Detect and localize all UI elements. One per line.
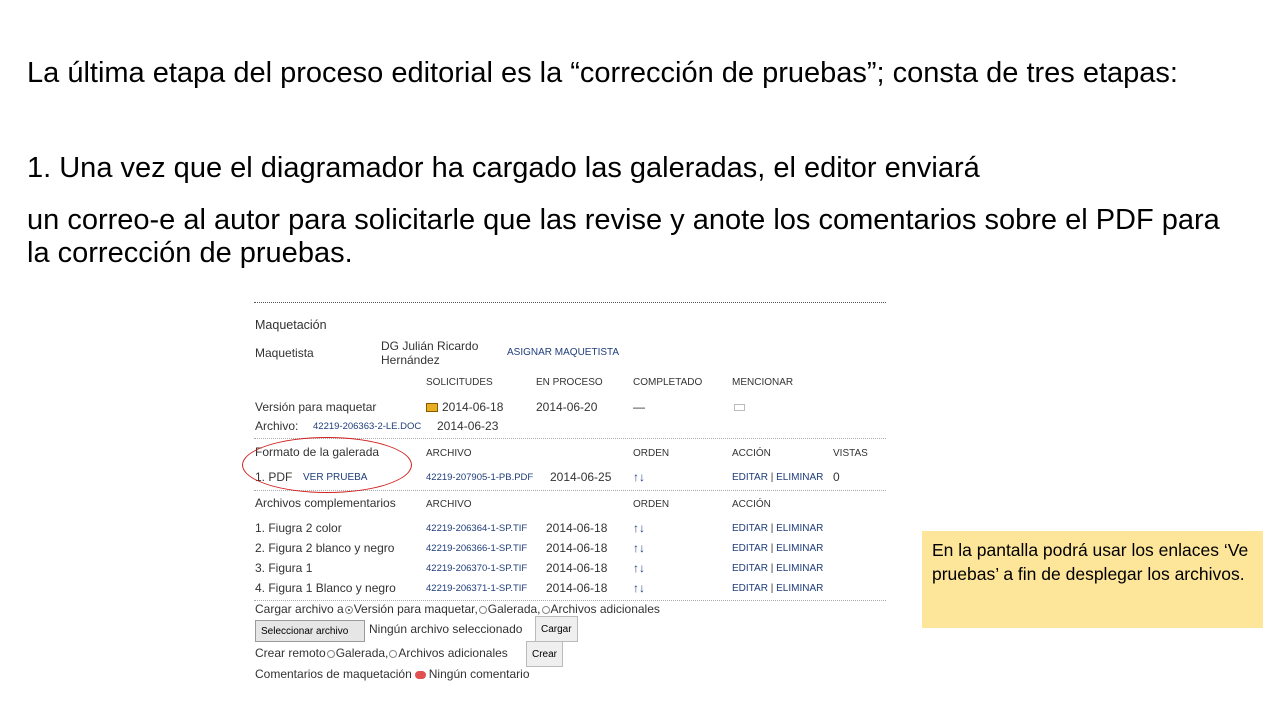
radio-version-maquetar-label: Versión para maquetar, bbox=[353, 602, 478, 616]
col-completado: COMPLETADO bbox=[633, 377, 703, 388]
complementario-row-file[interactable]: 42219-206370-1-SP.TIF bbox=[426, 563, 527, 574]
action-separator: | bbox=[770, 523, 774, 534]
complementario-row-date: 2014-06-18 bbox=[546, 521, 608, 535]
galerada-views: 0 bbox=[833, 470, 840, 484]
divider bbox=[254, 302, 886, 303]
complementario-row-actions: EDITAR | ELIMINAR bbox=[732, 523, 823, 534]
create-button[interactable]: Crear bbox=[526, 641, 564, 667]
maquetista-name-line1: DG Julián Ricardo bbox=[381, 339, 479, 353]
complementarios-col-accion: ACCIÓN bbox=[732, 499, 771, 510]
complementario-row-actions: EDITAR | ELIMINAR bbox=[732, 583, 823, 594]
layout-editing-screenshot: Maquetación Maquetista DG Julián Ricardo… bbox=[254, 300, 886, 690]
col-mencionar: MENCIONAR bbox=[732, 377, 794, 388]
complementarios-col-orden: ORDEN bbox=[633, 499, 670, 510]
radio-version-maquetar[interactable] bbox=[344, 605, 353, 614]
complementario-row-name: 4. Figura 1 Blanco y negro bbox=[255, 581, 396, 595]
complementario-row-file[interactable]: 42219-206371-1-SP.TIF bbox=[426, 583, 527, 594]
delete-link[interactable]: ELIMINAR bbox=[776, 583, 823, 594]
archivo-date: 2014-06-23 bbox=[437, 419, 499, 433]
radio-remote-galerada-label: Galerada, bbox=[335, 646, 389, 660]
action-separator: | bbox=[770, 563, 774, 574]
complementario-row-date: 2014-06-18 bbox=[546, 581, 608, 595]
galerada-date: 2014-06-25 bbox=[550, 470, 612, 484]
col-solicitudes: SOLICITUDES bbox=[426, 377, 493, 388]
complementario-row-order[interactable]: ↑↓ bbox=[633, 561, 645, 575]
highlight-ellipse bbox=[242, 437, 412, 493]
galerada-col-archivo: ARCHIVO bbox=[426, 448, 472, 459]
complementario-row-date: 2014-06-18 bbox=[546, 561, 608, 575]
radio-archivos-adicionales[interactable] bbox=[541, 605, 550, 614]
radio-remote-archivos-label: Archivos adicionales bbox=[398, 646, 508, 660]
complementarios-col-archivo: ARCHIVO bbox=[426, 499, 472, 510]
remote-row: Crear remoto Galerada, Archivos adicionale… bbox=[255, 646, 508, 660]
delete-link[interactable]: ELIMINAR bbox=[776, 543, 823, 554]
action-separator: | bbox=[770, 583, 774, 594]
complementario-row-file[interactable]: 42219-206366-1-SP.TIF bbox=[426, 543, 527, 554]
complementario-row-date: 2014-06-18 bbox=[546, 541, 608, 555]
galerada-order-arrows[interactable]: ↑↓ bbox=[633, 470, 645, 484]
divider bbox=[254, 600, 886, 601]
galerada-col-vistas: VISTAS bbox=[833, 448, 868, 459]
complementarios-label: Archivos complementarios bbox=[255, 496, 396, 510]
assign-maquetista-link[interactable]: ASIGNAR MAQUETISTA bbox=[507, 347, 619, 358]
delete-link[interactable]: ELIMINAR bbox=[776, 563, 823, 574]
action-separator: | bbox=[770, 543, 774, 554]
comments-row: Comentarios de maquetación Ningún comenta… bbox=[255, 667, 530, 681]
complementario-row-actions: EDITAR | ELIMINAR bbox=[732, 543, 823, 554]
comment-bubble-icon[interactable] bbox=[414, 670, 426, 679]
edit-link[interactable]: EDITAR bbox=[732, 583, 768, 594]
version-label: Versión para maquetar bbox=[255, 400, 377, 414]
section-title: Maquetación bbox=[255, 318, 327, 332]
maquetista-name-line2: Hernández bbox=[381, 353, 440, 367]
complementario-row-actions: EDITAR | ELIMINAR bbox=[732, 563, 823, 574]
edit-link[interactable]: EDITAR bbox=[732, 563, 768, 574]
version-en-proceso: 2014-06-20 bbox=[536, 400, 598, 414]
upload-row: Cargar archivo a Versión para maquetar, Ga… bbox=[255, 602, 660, 616]
radio-remote-archivos[interactable] bbox=[389, 649, 398, 658]
radio-galerada-label: Galerada, bbox=[487, 602, 541, 616]
delete-link[interactable]: ELIMINAR bbox=[776, 472, 823, 483]
delete-link[interactable]: ELIMINAR bbox=[776, 523, 823, 534]
maquetista-label: Maquetista bbox=[255, 346, 314, 360]
paragraph-step-1: 1. Una vez que el diagramador ha cargado… bbox=[27, 152, 980, 184]
complementario-row-order[interactable]: ↑↓ bbox=[633, 581, 645, 595]
edit-link[interactable]: EDITAR bbox=[732, 472, 768, 483]
upload-button[interactable]: Cargar bbox=[535, 616, 578, 642]
comments-label: Comentarios de maquetación bbox=[255, 667, 412, 681]
no-file-selected: Ningún archivo seleccionado bbox=[369, 622, 523, 636]
version-completado: — bbox=[633, 400, 645, 414]
paragraph-intro: La última etapa del proceso editorial es… bbox=[27, 57, 1178, 89]
complementario-row-order[interactable]: ↑↓ bbox=[633, 521, 645, 535]
request-flag-icon[interactable] bbox=[426, 403, 438, 413]
complementario-row-name: 3. Figura 1 bbox=[255, 561, 313, 575]
version-solicitud[interactable]: 2014-06-18 bbox=[426, 400, 503, 414]
complementario-row-file[interactable]: 42219-206364-1-SP.TIF bbox=[426, 523, 527, 534]
complementario-row-name: 1. Fiugra 2 color bbox=[255, 521, 342, 535]
col-en-proceso: EN PROCESO bbox=[536, 377, 603, 388]
archivo-label: Archivo: bbox=[255, 419, 299, 433]
select-file-button[interactable]: Seleccionar archivo bbox=[255, 620, 365, 642]
comments-value: Ningún comentario bbox=[428, 667, 530, 681]
version-solicitud-date: 2014-06-18 bbox=[442, 400, 504, 414]
note-box: En la pantalla podrá usar los enlaces ‘V… bbox=[922, 531, 1263, 628]
radio-galerada[interactable] bbox=[478, 605, 487, 614]
paragraph-step-1-continued: un correo-e al autor para solicitarle qu… bbox=[27, 204, 1220, 269]
edit-link[interactable]: EDITAR bbox=[732, 543, 768, 554]
complementario-row-name: 2. Figura 2 blanco y negro bbox=[255, 541, 395, 555]
remote-label: Crear remoto bbox=[255, 646, 326, 660]
upload-label: Cargar archivo a bbox=[255, 602, 344, 616]
mail-icon[interactable] bbox=[734, 400, 745, 414]
action-separator: | bbox=[770, 472, 774, 483]
radio-remote-galerada[interactable] bbox=[326, 649, 335, 658]
complementario-row-order[interactable]: ↑↓ bbox=[633, 541, 645, 555]
galerada-col-orden: ORDEN bbox=[633, 448, 670, 459]
archivo-file-link[interactable]: 42219-206363-2-LE.DOC bbox=[313, 421, 421, 432]
radio-archivos-adicionales-label: Archivos adicionales bbox=[550, 602, 660, 616]
edit-link[interactable]: EDITAR bbox=[732, 523, 768, 534]
galerada-file-link[interactable]: 42219-207905-1-PB.PDF bbox=[426, 472, 533, 483]
galerada-actions: EDITAR | ELIMINAR bbox=[732, 472, 823, 483]
galerada-col-accion: ACCIÓN bbox=[732, 448, 771, 459]
